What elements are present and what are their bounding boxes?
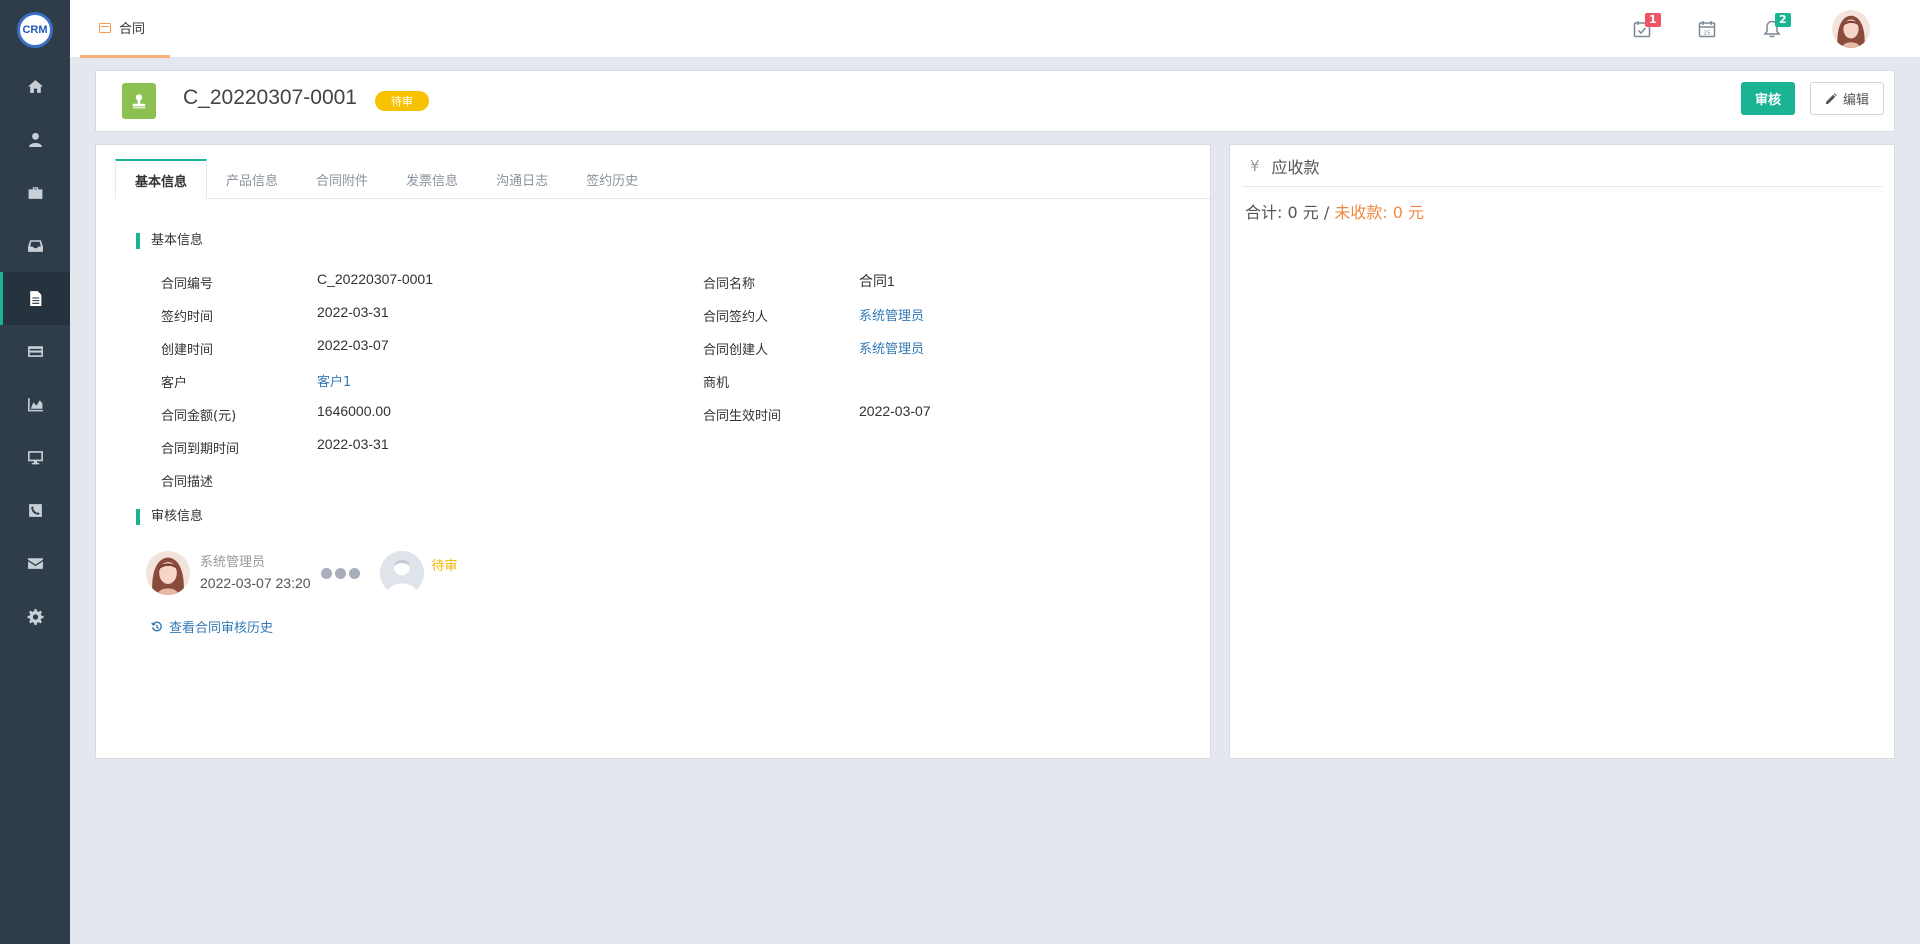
tab-basic-info[interactable]: 基本信息 <box>115 159 208 200</box>
gear-icon <box>27 609 43 625</box>
sidebar-item-reports[interactable] <box>0 378 70 431</box>
topbar-actions: 1 25 2 <box>1627 0 1870 58</box>
approver-info: 系统管理员 2022-03-07 23:20 <box>200 553 311 593</box>
field-label-amount: 合同金额(元) <box>161 409 237 424</box>
inbox-icon <box>27 240 43 252</box>
approve-button[interactable]: 审核 <box>1741 82 1795 115</box>
edit-button-label: 编辑 <box>1842 92 1869 107</box>
tab-signing-history[interactable]: 签约历史 <box>567 159 657 199</box>
tab-contract-label: 合同 <box>119 22 146 37</box>
home-icon <box>27 80 43 93</box>
review-history-label: 查看合同审核历史 <box>169 621 274 636</box>
topbar: 合同 1 25 2 <box>70 0 1920 58</box>
avatar-image <box>1832 10 1870 48</box>
signer-link[interactable]: 系统管理员 <box>859 305 924 324</box>
field-label-sign-date: 签约时间 <box>161 310 214 325</box>
notifications-badge: 2 <box>1775 13 1791 27</box>
detail-tabs: 基本信息 产品信息 合同附件 发票信息 沟通日志 签约历史 <box>115 159 1210 200</box>
status-badge: 待审 <box>375 91 429 111</box>
user-icon <box>28 132 42 147</box>
receivables-title: 应收款 <box>1271 157 1320 177</box>
field-label-contract-name: 合同名称 <box>703 277 756 292</box>
briefcase-icon <box>28 187 42 199</box>
stamp-icon <box>122 83 156 119</box>
pending-approver-avatar <box>379 551 424 595</box>
calendar-icon: 25 <box>1698 21 1716 38</box>
area-chart-icon <box>27 398 43 412</box>
field-value-contract-no: C_20220307-0001 <box>317 271 433 287</box>
approver-avatar <box>146 551 190 595</box>
field-label-signer: 合同签约人 <box>703 310 769 325</box>
approver-time: 2022-03-07 23:20 <box>200 575 311 591</box>
receivables-total-text: 合计: 0 元 / <box>1245 203 1335 222</box>
pending-status: 待审 <box>431 559 458 574</box>
yen-icon: ¥ <box>1250 156 1260 175</box>
field-label-opportunity: 商机 <box>703 376 730 391</box>
tasks-button[interactable]: 1 <box>1627 13 1661 44</box>
svg-text:25: 25 <box>1704 31 1711 37</box>
receivables-unpaid: 未收款: 0 元 <box>1334 203 1425 222</box>
credit-card-icon <box>27 346 43 357</box>
window-icon <box>99 22 111 33</box>
field-value-amount: 1646000.00 <box>317 403 391 419</box>
sidebar-item-display[interactable] <box>0 431 70 484</box>
app-logo[interactable]: CRM <box>0 0 70 60</box>
field-label-contract-no: 合同编号 <box>161 277 214 292</box>
field-label-effective-date: 合同生效时间 <box>703 409 782 424</box>
field-label-created-date: 创建时间 <box>161 343 214 358</box>
logo-text: CRM <box>17 12 53 48</box>
document-icon <box>29 291 41 306</box>
field-label-creator: 合同创建人 <box>703 343 769 358</box>
field-value-sign-date: 2022-03-31 <box>317 304 389 320</box>
user-avatar[interactable] <box>1832 10 1870 48</box>
contract-detail-panel: 基本信息 产品信息 合同附件 发票信息 沟通日志 签约历史 基本信息 合同编号 … <box>95 144 1211 759</box>
tab-invoice-info[interactable]: 发票信息 <box>387 159 477 199</box>
sidebar-item-home[interactable] <box>0 60 70 113</box>
field-value-created-date: 2022-03-07 <box>317 337 389 353</box>
field-label-expiry-date: 合同到期时间 <box>161 442 240 457</box>
field-value-contract-name: 合同1 <box>859 273 895 289</box>
approval-flow: 系统管理员 2022-03-07 23:20 待审 <box>146 551 458 595</box>
receivables-total: 合计: 0 元 / 未收款: 0 元 <box>1245 199 1424 223</box>
sidebar-item-mail[interactable] <box>0 537 70 590</box>
sidebar-item-calls[interactable] <box>0 484 70 537</box>
sidebar-item-customers[interactable] <box>0 113 70 166</box>
history-icon <box>151 621 162 631</box>
page-title: C_20220307-0001 <box>183 86 357 109</box>
tab-communication-log[interactable]: 沟通日志 <box>477 159 567 199</box>
sidebar-item-inbox[interactable] <box>0 219 70 272</box>
sidebar-item-payments[interactable] <box>0 325 70 378</box>
customer-link[interactable]: 客户1 <box>317 371 351 390</box>
creator-link[interactable]: 系统管理员 <box>859 338 924 357</box>
receivables-panel: ¥ 应收款 合计: 0 元 / 未收款: 0 元 <box>1229 144 1895 759</box>
tab-product-info[interactable]: 产品信息 <box>207 159 297 199</box>
sidebar-item-contracts[interactable] <box>0 272 70 325</box>
tab-contract[interactable]: 合同 <box>80 0 170 58</box>
field-value-expiry-date: 2022-03-31 <box>317 436 389 452</box>
tasks-badge: 1 <box>1645 13 1661 27</box>
field-value-effective-date: 2022-03-07 <box>859 403 931 419</box>
sidebar-item-settings[interactable] <box>0 590 70 643</box>
pencil-icon <box>1825 92 1837 104</box>
section-basic-info: 基本信息 <box>136 233 203 249</box>
desktop-icon <box>27 451 43 465</box>
section-review-info: 审核信息 <box>136 509 203 525</box>
approver-name: 系统管理员 <box>200 555 266 570</box>
field-label-customer: 客户 <box>161 376 188 391</box>
calendar-button[interactable]: 25 <box>1692 14 1722 44</box>
sidebar: CRM <box>0 0 70 944</box>
field-label-description: 合同描述 <box>161 475 214 490</box>
phone-icon <box>28 504 42 517</box>
edit-button[interactable]: 编辑 <box>1810 82 1884 115</box>
envelope-icon <box>27 558 43 569</box>
review-history-link[interactable]: 查看合同审核历史 <box>151 617 273 636</box>
notifications-button[interactable]: 2 <box>1757 13 1791 44</box>
sidebar-nav <box>0 60 70 643</box>
receivables-header: ¥ 应收款 <box>1242 145 1882 187</box>
sidebar-item-business[interactable] <box>0 166 70 219</box>
ellipsis-icon <box>320 567 360 579</box>
tab-attachments[interactable]: 合同附件 <box>297 159 387 199</box>
contract-header: C_20220307-0001 待审 审核 编辑 <box>95 70 1895 132</box>
